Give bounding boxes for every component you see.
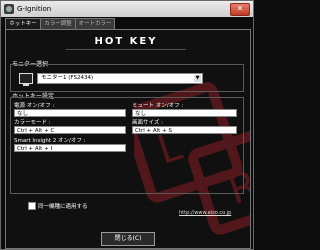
mute-label: ミュート オン/オフ :	[132, 103, 184, 109]
title-bar: G-Ignition ✕	[1, 1, 253, 17]
logo-underline	[66, 49, 186, 50]
app-icon	[4, 4, 14, 14]
eizo-link[interactable]: http://www.eizo.co.jp	[179, 210, 231, 216]
window-close-button[interactable]: ✕	[230, 3, 250, 16]
monitor-select[interactable]: モニター1 (FS2434) ▼	[37, 73, 203, 84]
close-button[interactable]: 閉じる(C)	[101, 232, 155, 246]
smart-insight-label: Smart Insight 2 オン/オフ :	[14, 138, 86, 144]
mute-hotkey-input[interactable]: なし	[132, 109, 237, 117]
screen-size-hotkey-input[interactable]: Ctrl + Alt + S	[132, 126, 237, 134]
power-hotkey-input[interactable]: なし	[14, 109, 126, 117]
apply-all-label: 同一機種に適用する	[38, 204, 88, 210]
window: G-Ignition ✕ ホットキー カラー調整 オートカラー L R HOT …	[0, 0, 254, 250]
power-label: 電源 オン/オフ :	[14, 103, 55, 109]
monitor-select-value: モニター1 (FS2434)	[41, 75, 94, 81]
tab-content: L R HOT KEY モニター選択 モニター1 (FS2434) ▼ ホットキ…	[5, 29, 251, 249]
hotkey-logo: HOT KEY	[94, 36, 158, 47]
color-mode-label: カラーモード :	[14, 120, 51, 126]
monitor-icon	[19, 73, 33, 86]
window-title: G-Ignition	[17, 5, 52, 13]
smart-insight-hotkey-input[interactable]: Ctrl + Alt + I	[14, 144, 126, 152]
apply-all-checkbox[interactable]	[28, 202, 36, 210]
color-mode-hotkey-input[interactable]: Ctrl + Alt + C	[14, 126, 126, 134]
monitor-group: モニター1 (FS2434) ▼	[10, 64, 244, 92]
screen-size-label: 画面サイズ :	[132, 120, 163, 126]
chevron-down-icon[interactable]: ▼	[194, 75, 201, 82]
